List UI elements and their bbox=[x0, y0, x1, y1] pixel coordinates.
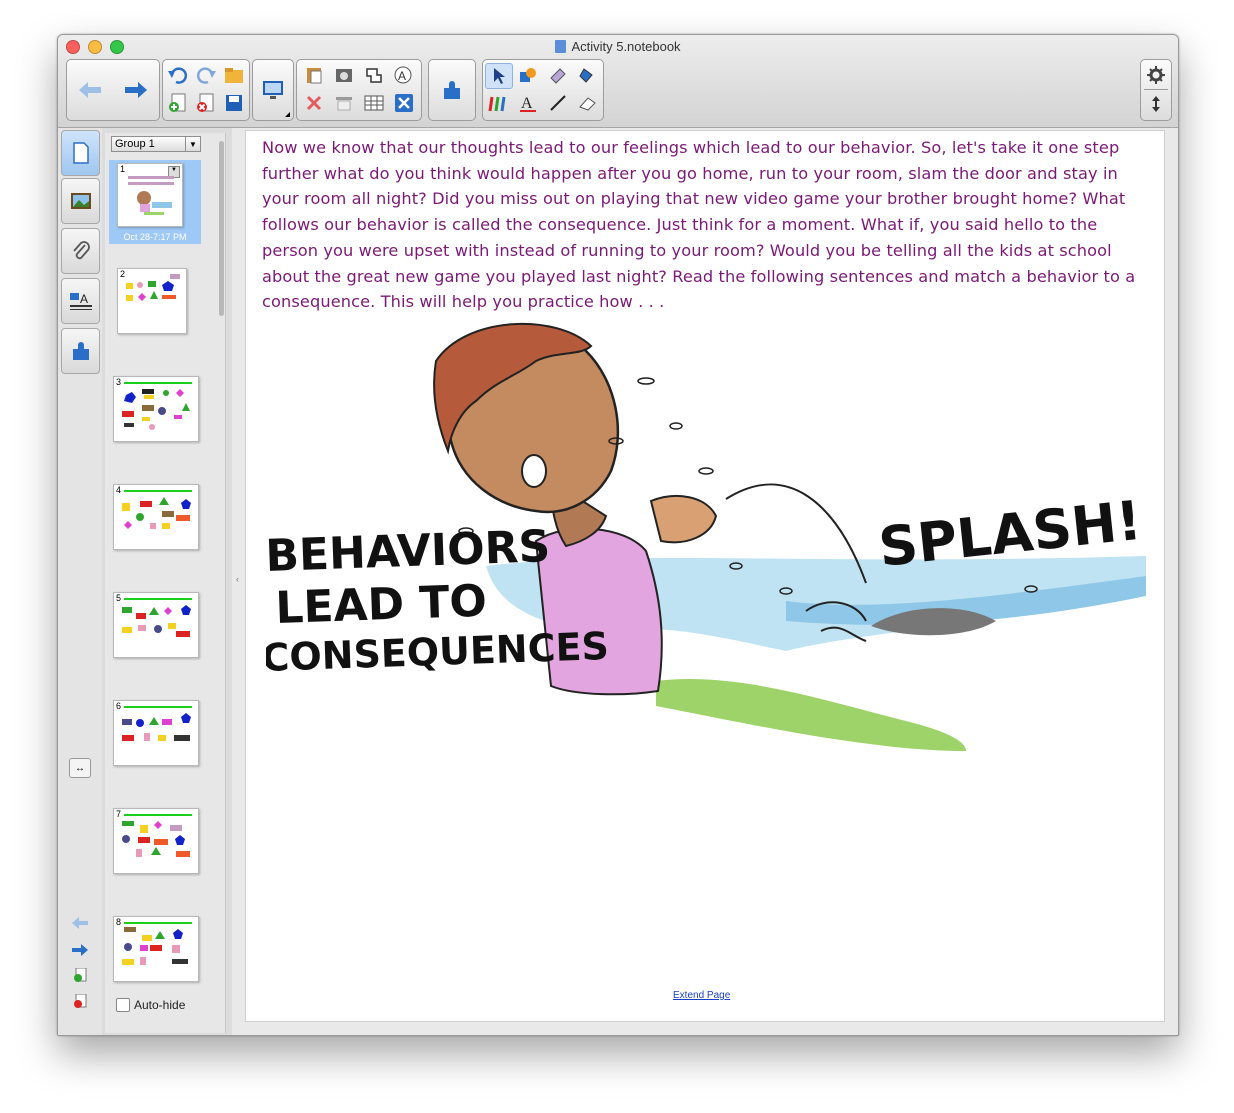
gallery-icon bbox=[70, 193, 91, 209]
redo-icon[interactable] bbox=[193, 63, 219, 87]
magic-pen-icon[interactable] bbox=[545, 63, 571, 87]
page-sorter-list: Group 1 ▼ 1 ▼ Oct 28-7:17 PM 2 3 4 5 6 7… bbox=[105, 133, 226, 1033]
window-title: Activity 5.notebook bbox=[58, 39, 1178, 54]
page-toolgroup bbox=[162, 59, 250, 121]
forward-arrow-icon[interactable] bbox=[123, 78, 149, 102]
svg-text:A: A bbox=[398, 69, 406, 83]
titlebar: Activity 5.notebook A A bbox=[58, 35, 1178, 128]
object-toolgroup: A bbox=[296, 59, 422, 121]
table-icon[interactable] bbox=[361, 91, 387, 115]
addon-icon[interactable] bbox=[439, 78, 465, 102]
tab-gallery[interactable] bbox=[61, 178, 100, 224]
tab-page-sorter[interactable] bbox=[61, 130, 100, 176]
tab-attachments[interactable] bbox=[61, 228, 100, 274]
app-window: Activity 5.notebook A A A ↔ Group 1 ▼ 1 … bbox=[57, 34, 1179, 1036]
settings-toolgroup bbox=[1140, 59, 1172, 121]
page-timestamp: Oct 28-7:17 PM bbox=[123, 232, 187, 242]
chevron-down-icon: ▼ bbox=[185, 137, 200, 151]
tab-properties[interactable]: A bbox=[61, 278, 100, 324]
previous-page-icon[interactable] bbox=[71, 916, 89, 930]
math-icon[interactable]: A bbox=[391, 63, 417, 87]
display-toolgroup bbox=[252, 59, 294, 121]
page-thumbnail-8[interactable]: 8 bbox=[113, 916, 199, 982]
page-thumbnail-7[interactable]: 7 bbox=[113, 808, 199, 874]
open-folder-icon[interactable] bbox=[221, 63, 247, 87]
page-icon bbox=[72, 142, 89, 164]
addon-toolgroup bbox=[428, 59, 476, 121]
screen-shade-icon[interactable] bbox=[260, 78, 286, 102]
save-icon[interactable] bbox=[221, 91, 247, 115]
text-icon[interactable]: A bbox=[515, 91, 541, 115]
chevron-left-icon: ‹ bbox=[236, 574, 239, 584]
panel-splitter[interactable]: ‹ bbox=[235, 128, 243, 1035]
page-paragraph[interactable]: Now we know that our thoughts lead to ou… bbox=[262, 135, 1152, 315]
divider bbox=[1144, 89, 1168, 90]
puzzle-icon bbox=[72, 342, 89, 360]
eraser-icon[interactable] bbox=[575, 91, 601, 115]
page-thumbnail-6[interactable]: 6 bbox=[113, 700, 199, 766]
properties-icon: A bbox=[69, 292, 92, 310]
shapes-icon[interactable] bbox=[515, 63, 541, 87]
paste-icon[interactable] bbox=[301, 63, 327, 87]
sorter-scrollbar[interactable] bbox=[219, 141, 224, 316]
close-icon[interactable] bbox=[391, 91, 417, 115]
clone-icon[interactable] bbox=[361, 63, 387, 87]
thumbnail-shapes-preview bbox=[122, 389, 190, 430]
document-icon bbox=[555, 40, 567, 53]
double-arrow-icon: ↔ bbox=[75, 762, 85, 774]
group-select[interactable]: Group 1 ▼ bbox=[111, 136, 201, 152]
cartoon-illustration: BEHAVIORS LEAD TO CONSEQUENCES SPLASH! bbox=[266, 322, 1146, 751]
tab-addons[interactable] bbox=[61, 328, 100, 374]
autohide-control[interactable]: Auto-hide bbox=[116, 998, 185, 1012]
pens-icon[interactable] bbox=[485, 91, 511, 115]
undo-icon[interactable] bbox=[165, 63, 191, 87]
select-icon[interactable] bbox=[485, 63, 513, 89]
thumbnail-shapes-preview bbox=[122, 605, 191, 637]
fill-icon[interactable] bbox=[575, 63, 601, 87]
paperclip-icon bbox=[72, 241, 90, 260]
navigation-toolgroup bbox=[66, 59, 160, 121]
page-thumbnail-1[interactable]: 1 ▼ bbox=[117, 163, 183, 227]
autohide-checkbox[interactable] bbox=[116, 998, 130, 1012]
page-thumbnail-5[interactable]: 5 bbox=[113, 592, 199, 658]
sidebar-tab-strip: A ↔ bbox=[58, 128, 103, 1035]
lines-icon[interactable] bbox=[545, 91, 571, 115]
delete-page-small-icon[interactable] bbox=[71, 994, 89, 1008]
extend-page-link[interactable]: Extend Page bbox=[673, 990, 730, 1001]
cartoon-lettering-behaviors: BEHAVIORS bbox=[266, 521, 551, 582]
next-page-icon[interactable] bbox=[71, 943, 89, 957]
page-thumbnail-3[interactable]: 3 bbox=[113, 376, 199, 442]
svg-text:A: A bbox=[521, 95, 533, 112]
thumbnail-shapes-preview bbox=[122, 497, 191, 529]
thumbnail-shapes-preview bbox=[122, 927, 188, 965]
notebook-page[interactable]: Now we know that our thoughts lead to ou… bbox=[245, 130, 1165, 1022]
page-thumbnail-2[interactable]: 2 bbox=[117, 268, 187, 334]
delete-page-icon[interactable] bbox=[193, 91, 219, 115]
thumbnail-cartoon-preview bbox=[128, 176, 174, 215]
dropdown-indicator bbox=[285, 112, 290, 117]
page-thumbnail-4[interactable]: 4 bbox=[113, 484, 199, 550]
show-hide-icon[interactable] bbox=[331, 91, 357, 115]
svg-text:A: A bbox=[80, 292, 88, 306]
back-arrow-icon[interactable] bbox=[77, 78, 103, 102]
delete-icon[interactable] bbox=[301, 91, 327, 115]
thumbnail-shapes-preview bbox=[122, 713, 191, 741]
gear-icon[interactable] bbox=[1143, 63, 1169, 87]
add-page-icon[interactable] bbox=[165, 91, 191, 115]
tools-toolgroup: A bbox=[482, 59, 604, 121]
page-sorter: Group 1 ▼ 1 ▼ Oct 28-7:17 PM 2 3 4 5 6 7… bbox=[102, 128, 232, 1035]
move-toolbar-icon[interactable] bbox=[1143, 92, 1169, 116]
screen-capture-icon[interactable] bbox=[331, 63, 357, 87]
resize-sidebar-button[interactable]: ↔ bbox=[69, 758, 91, 778]
thumbnail-shapes-preview bbox=[122, 821, 190, 857]
thumbnail-shapes-preview bbox=[126, 274, 180, 301]
add-page-small-icon[interactable] bbox=[71, 968, 89, 982]
cartoon-lettering-lead-to: LEAD TO bbox=[275, 576, 488, 634]
